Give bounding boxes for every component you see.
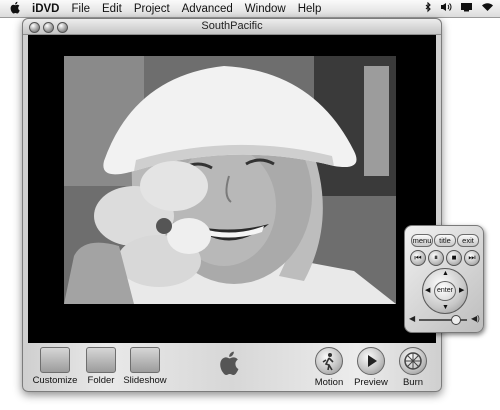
burn-button[interactable]: Burn — [390, 347, 436, 388]
remote-title-button[interactable]: title — [434, 234, 456, 247]
folder-icon — [86, 347, 116, 373]
preview-label: Preview — [354, 377, 388, 388]
volume-high-icon: ◀) — [471, 314, 480, 323]
bluetooth-icon[interactable] — [425, 1, 432, 16]
bottom-toolbar: Customize Folder Slideshow Motion Previe… — [28, 344, 436, 388]
skip-back-icon: ⏮ — [414, 253, 422, 262]
remote-next-button[interactable]: ⏭ — [464, 250, 480, 266]
remote-pause-button[interactable]: ⏸ — [428, 250, 444, 266]
up-arrow-icon[interactable]: ▲ — [442, 270, 449, 277]
menu-project[interactable]: Project — [128, 3, 176, 15]
preview-screen[interactable] — [28, 35, 436, 343]
menu-advanced[interactable]: Advanced — [176, 3, 239, 15]
volume-low-icon: ◀ — [409, 314, 416, 323]
motion-button[interactable]: Motion — [306, 347, 352, 388]
menu-extras — [425, 0, 494, 17]
menu-window[interactable]: Window — [239, 3, 292, 15]
menu-app-idvd[interactable]: iDVD — [30, 3, 65, 15]
stop-icon: ■ — [451, 253, 457, 262]
title-bar[interactable]: SouthPacific — [23, 19, 441, 35]
remote-menu-button[interactable]: menu — [411, 234, 433, 247]
apple-menu-icon[interactable] — [0, 1, 30, 17]
menu-bar: iDVD File Edit Project Advanced Window H… — [0, 0, 500, 18]
right-arrow-icon[interactable]: ▶ — [459, 286, 464, 294]
slideshow-label: Slideshow — [123, 375, 167, 386]
remote-previous-button[interactable]: ⏮ — [410, 250, 426, 266]
customize-label: Customize — [32, 375, 78, 386]
slideshow-button[interactable]: Slideshow — [122, 347, 168, 386]
burn-label: Burn — [402, 377, 424, 388]
customize-icon — [40, 347, 70, 373]
idvd-window: SouthPacific Customize Folder Slideshow … — [22, 18, 442, 392]
customize-button[interactable]: Customize — [32, 347, 78, 386]
motion-label: Motion — [314, 377, 344, 388]
menu-help[interactable]: Help — [292, 3, 328, 15]
skip-forward-icon: ⏭ — [468, 253, 476, 262]
left-arrow-icon[interactable]: ◀ — [425, 286, 430, 294]
display-icon[interactable] — [460, 2, 473, 15]
remote-dpad[interactable]: ▲ ▼ ◀ ▶ enter — [422, 268, 468, 314]
volume-slider-knob[interactable] — [451, 315, 461, 325]
down-arrow-icon[interactable]: ▼ — [442, 304, 449, 311]
dvd-remote-control: menu title exit ⏮ ⏸ ■ ⏭ ▲ ▼ ◀ ▶ enter ◀ … — [404, 225, 484, 333]
remote-exit-button[interactable]: exit — [457, 234, 479, 247]
slideshow-icon — [130, 347, 160, 373]
apple-logo-icon — [218, 350, 242, 376]
wifi-icon[interactable] — [481, 2, 494, 15]
menu-edit[interactable]: Edit — [96, 3, 128, 15]
volume-icon[interactable] — [440, 2, 452, 15]
remote-enter-button[interactable]: enter — [434, 281, 456, 301]
burn-icon — [399, 347, 427, 375]
menu-file[interactable]: File — [65, 3, 96, 15]
motion-icon — [315, 347, 343, 375]
folder-label: Folder — [87, 375, 115, 386]
preview-button[interactable]: Preview — [348, 347, 394, 388]
window-title: SouthPacific — [201, 20, 263, 32]
folder-button[interactable]: Folder — [78, 347, 124, 386]
play-icon — [357, 347, 385, 375]
remote-stop-button[interactable]: ■ — [446, 250, 462, 266]
preview-photo — [64, 56, 396, 304]
pause-icon: ⏸ — [434, 253, 438, 262]
